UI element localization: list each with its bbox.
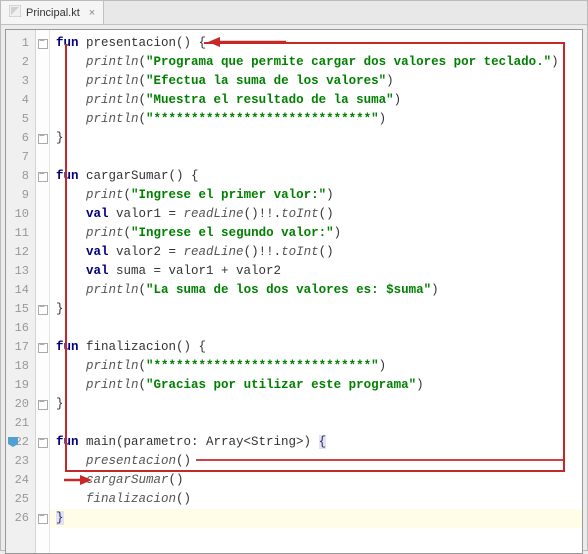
code-line[interactable]: }: [50, 300, 582, 319]
code-line[interactable]: val valor1 = readLine()!!.toInt(): [50, 205, 582, 224]
file-tab[interactable]: Principal.kt ×: [1, 1, 104, 24]
line-number: 2: [6, 53, 35, 72]
fold-spacer: [36, 281, 49, 300]
code-line[interactable]: println("La suma de los dos valores es: …: [50, 281, 582, 300]
line-number: 18: [6, 357, 35, 376]
close-icon[interactable]: ×: [89, 7, 95, 19]
code-line[interactable]: print("Ingrese el segundo valor:"): [50, 224, 582, 243]
line-number-gutter: 1234567891011121314151617181920212223242…: [6, 30, 36, 553]
code-line[interactable]: println("Programa que permite cargar dos…: [50, 53, 582, 72]
code-line[interactable]: cargarSumar(): [50, 471, 582, 490]
line-number: 17: [6, 338, 35, 357]
line-number: 8: [6, 167, 35, 186]
code-line[interactable]: fun presentacion() {: [50, 34, 582, 53]
code-line[interactable]: presentacion(): [50, 452, 582, 471]
fold-spacer: [36, 72, 49, 91]
line-number: 24: [6, 471, 35, 490]
fold-spacer: [36, 91, 49, 110]
line-number: 1: [6, 34, 35, 53]
fold-spacer: [36, 243, 49, 262]
fold-spacer: [36, 471, 49, 490]
code-line[interactable]: [50, 414, 582, 433]
line-number: 6: [6, 129, 35, 148]
fold-spacer: [36, 376, 49, 395]
code-line[interactable]: finalizacion(): [50, 490, 582, 509]
fold-spacer: [36, 186, 49, 205]
fold-spacer: [36, 110, 49, 129]
code-editor[interactable]: 1234567891011121314151617181920212223242…: [5, 29, 583, 554]
code-line[interactable]: val valor2 = readLine()!!.toInt(): [50, 243, 582, 262]
code-line[interactable]: print("Ingrese el primer valor:"): [50, 186, 582, 205]
line-number: 23: [6, 452, 35, 471]
code-line[interactable]: [50, 148, 582, 167]
line-number: 21: [6, 414, 35, 433]
code-line[interactable]: fun cargarSumar() {: [50, 167, 582, 186]
fold-close-icon[interactable]: [36, 300, 49, 319]
line-number: 7: [6, 148, 35, 167]
fold-open-icon[interactable]: [36, 167, 49, 186]
code-line[interactable]: println("Efectua la suma de los valores"…: [50, 72, 582, 91]
line-number: 11: [6, 224, 35, 243]
line-number: 4: [6, 91, 35, 110]
fold-close-icon[interactable]: [36, 129, 49, 148]
code-line[interactable]: println("*****************************"): [50, 110, 582, 129]
line-number: 15: [6, 300, 35, 319]
fold-column: [36, 30, 50, 553]
code-line[interactable]: }: [50, 395, 582, 414]
line-number: 22: [6, 433, 35, 452]
code-area[interactable]: fun presentacion() { println("Programa q…: [50, 30, 582, 553]
kotlin-file-icon: [9, 5, 21, 20]
fold-spacer: [36, 262, 49, 281]
line-number: 9: [6, 186, 35, 205]
code-line[interactable]: [50, 319, 582, 338]
line-number: 3: [6, 72, 35, 91]
fold-open-icon[interactable]: [36, 433, 49, 452]
fold-spacer: [36, 357, 49, 376]
code-line[interactable]: println("*****************************"): [50, 357, 582, 376]
tab-bar: Principal.kt ×: [1, 1, 587, 25]
code-line[interactable]: fun finalizacion() {: [50, 338, 582, 357]
line-number: 26: [6, 509, 35, 528]
fold-spacer: [36, 414, 49, 433]
fold-spacer: [36, 53, 49, 72]
line-number: 25: [6, 490, 35, 509]
fold-spacer: [36, 452, 49, 471]
line-number: 19: [6, 376, 35, 395]
line-number: 12: [6, 243, 35, 262]
fold-spacer: [36, 319, 49, 338]
line-number: 20: [6, 395, 35, 414]
line-number: 5: [6, 110, 35, 129]
fold-close-icon[interactable]: [36, 509, 49, 528]
fold-close-icon[interactable]: [36, 395, 49, 414]
line-number: 16: [6, 319, 35, 338]
fold-spacer: [36, 205, 49, 224]
fold-spacer: [36, 148, 49, 167]
code-line[interactable]: }: [50, 129, 582, 148]
fold-spacer: [36, 490, 49, 509]
code-line[interactable]: }: [50, 509, 582, 528]
line-number: 13: [6, 262, 35, 281]
fold-spacer: [36, 224, 49, 243]
fold-open-icon[interactable]: [36, 34, 49, 53]
code-line[interactable]: val suma = valor1 + valor2: [50, 262, 582, 281]
tab-filename: Principal.kt: [26, 7, 80, 19]
code-line[interactable]: println("Gracias por utilizar este progr…: [50, 376, 582, 395]
fold-open-icon[interactable]: [36, 338, 49, 357]
code-line[interactable]: fun main(parametro: Array<String>) {: [50, 433, 582, 452]
code-line[interactable]: println("Muestra el resultado de la suma…: [50, 91, 582, 110]
line-number: 14: [6, 281, 35, 300]
line-number: 10: [6, 205, 35, 224]
